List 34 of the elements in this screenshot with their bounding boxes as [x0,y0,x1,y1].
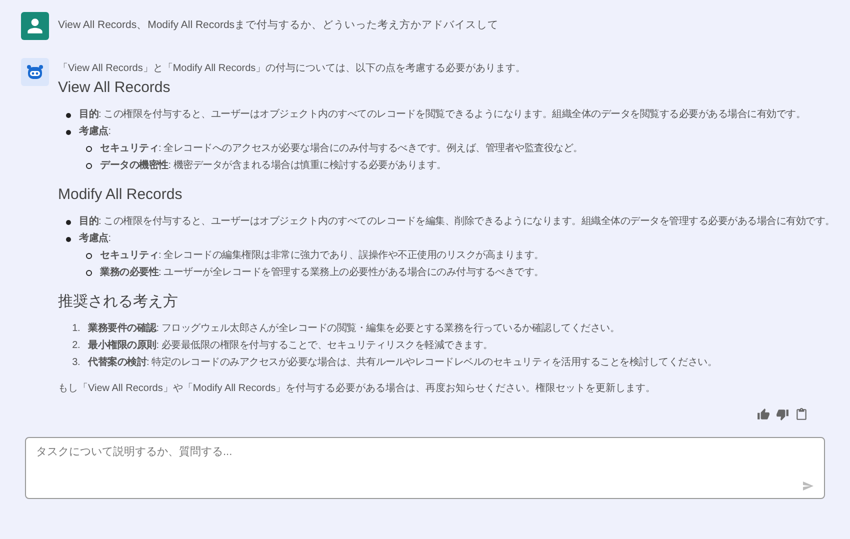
list-item-text: セキュリティ: 全レコードの編集権限は非常に強力であり、誤操作や不正使用のリスクが高まります。 [100,249,544,263]
message-input[interactable]: タスクについて説明するか、質問する... [25,437,825,499]
list-item-text: 業務の必要性: ユーザーが全レコードを管理する業務上の必要性がある場合にのみ付与するべきです。 [100,266,544,280]
section-heading: Modify All Records [58,185,184,205]
section-heading: View All Records [58,78,172,98]
message-field[interactable]: タスクについて説明するか、質問する... [36,444,814,480]
bullet-icon [66,130,71,135]
list-item-text: セキュリティ: 全レコードへのアクセスが必要な場合にのみ付与するべきです。例えば、管理者や監査役など。 [100,142,583,156]
list-item-text: 業務要件の確認: フロッグウェル太郎さんが全レコードの閲覧・編集を必要とする業務を行っているか確認してください。 [88,322,620,336]
thumbs-up-icon[interactable] [757,408,770,421]
list-item-text: 考慮点: [79,125,111,139]
bullet-icon [86,146,92,152]
assistant-intro: 「View All Records」と「Modify All Records」の付与については、以下の点を考慮する必要があります。 [58,62,527,76]
user-message: View All Records、Modify All Recordsまで付与するか、どういった考え方かアドバイスして [58,18,499,34]
closing-text: もし「View All Records」や「Modify All Records」を付与する必要がある場合は、再度お知らせください。権限セットを更新します。 [58,382,657,396]
bullet-icon [66,113,71,118]
list-item-text: 代替案の検討: 特定のレコードのみアクセスが必要な場合は、共有ルールやレコードレベルのセキュリティを活用することを検討してください。 [88,356,718,370]
thumbs-down-icon[interactable] [776,408,789,421]
list-item-text: 最小権限の原則: 必要最低限の権限を付与することで、セキュリティリスクを軽減できます。 [88,339,493,353]
list-item-text: 考慮点: [79,232,111,246]
list-number: 1. [71,322,80,336]
bullet-icon [86,163,92,169]
list-number: 3. [71,356,80,370]
bullet-icon [86,270,92,276]
bullet-icon [86,253,92,259]
list-item-text: 目的: この権限を付与すると、ユーザーはオブジェクト内のすべてのレコードを閲覧できるようになります。組織全体のデータを閲覧する必要がある場合に有効です。 [79,108,806,122]
clipboard-icon[interactable] [795,408,808,421]
bullet-icon [66,220,71,225]
list-item-text: データの機密性: 機密データが含まれる場合は慎重に検討する必要があります。 [100,159,446,173]
section-heading: 推奨される考え方 [58,292,179,312]
list-item-text: 目的: この権限を付与すると、ユーザーはオブジェクト内のすべてのレコードを編集、削除できるようになります。組織全体のデータを管理する必要がある場合に有効です。 [79,215,835,229]
bullet-icon [66,237,71,242]
robot-icon [26,64,44,80]
list-number: 2. [71,339,80,353]
